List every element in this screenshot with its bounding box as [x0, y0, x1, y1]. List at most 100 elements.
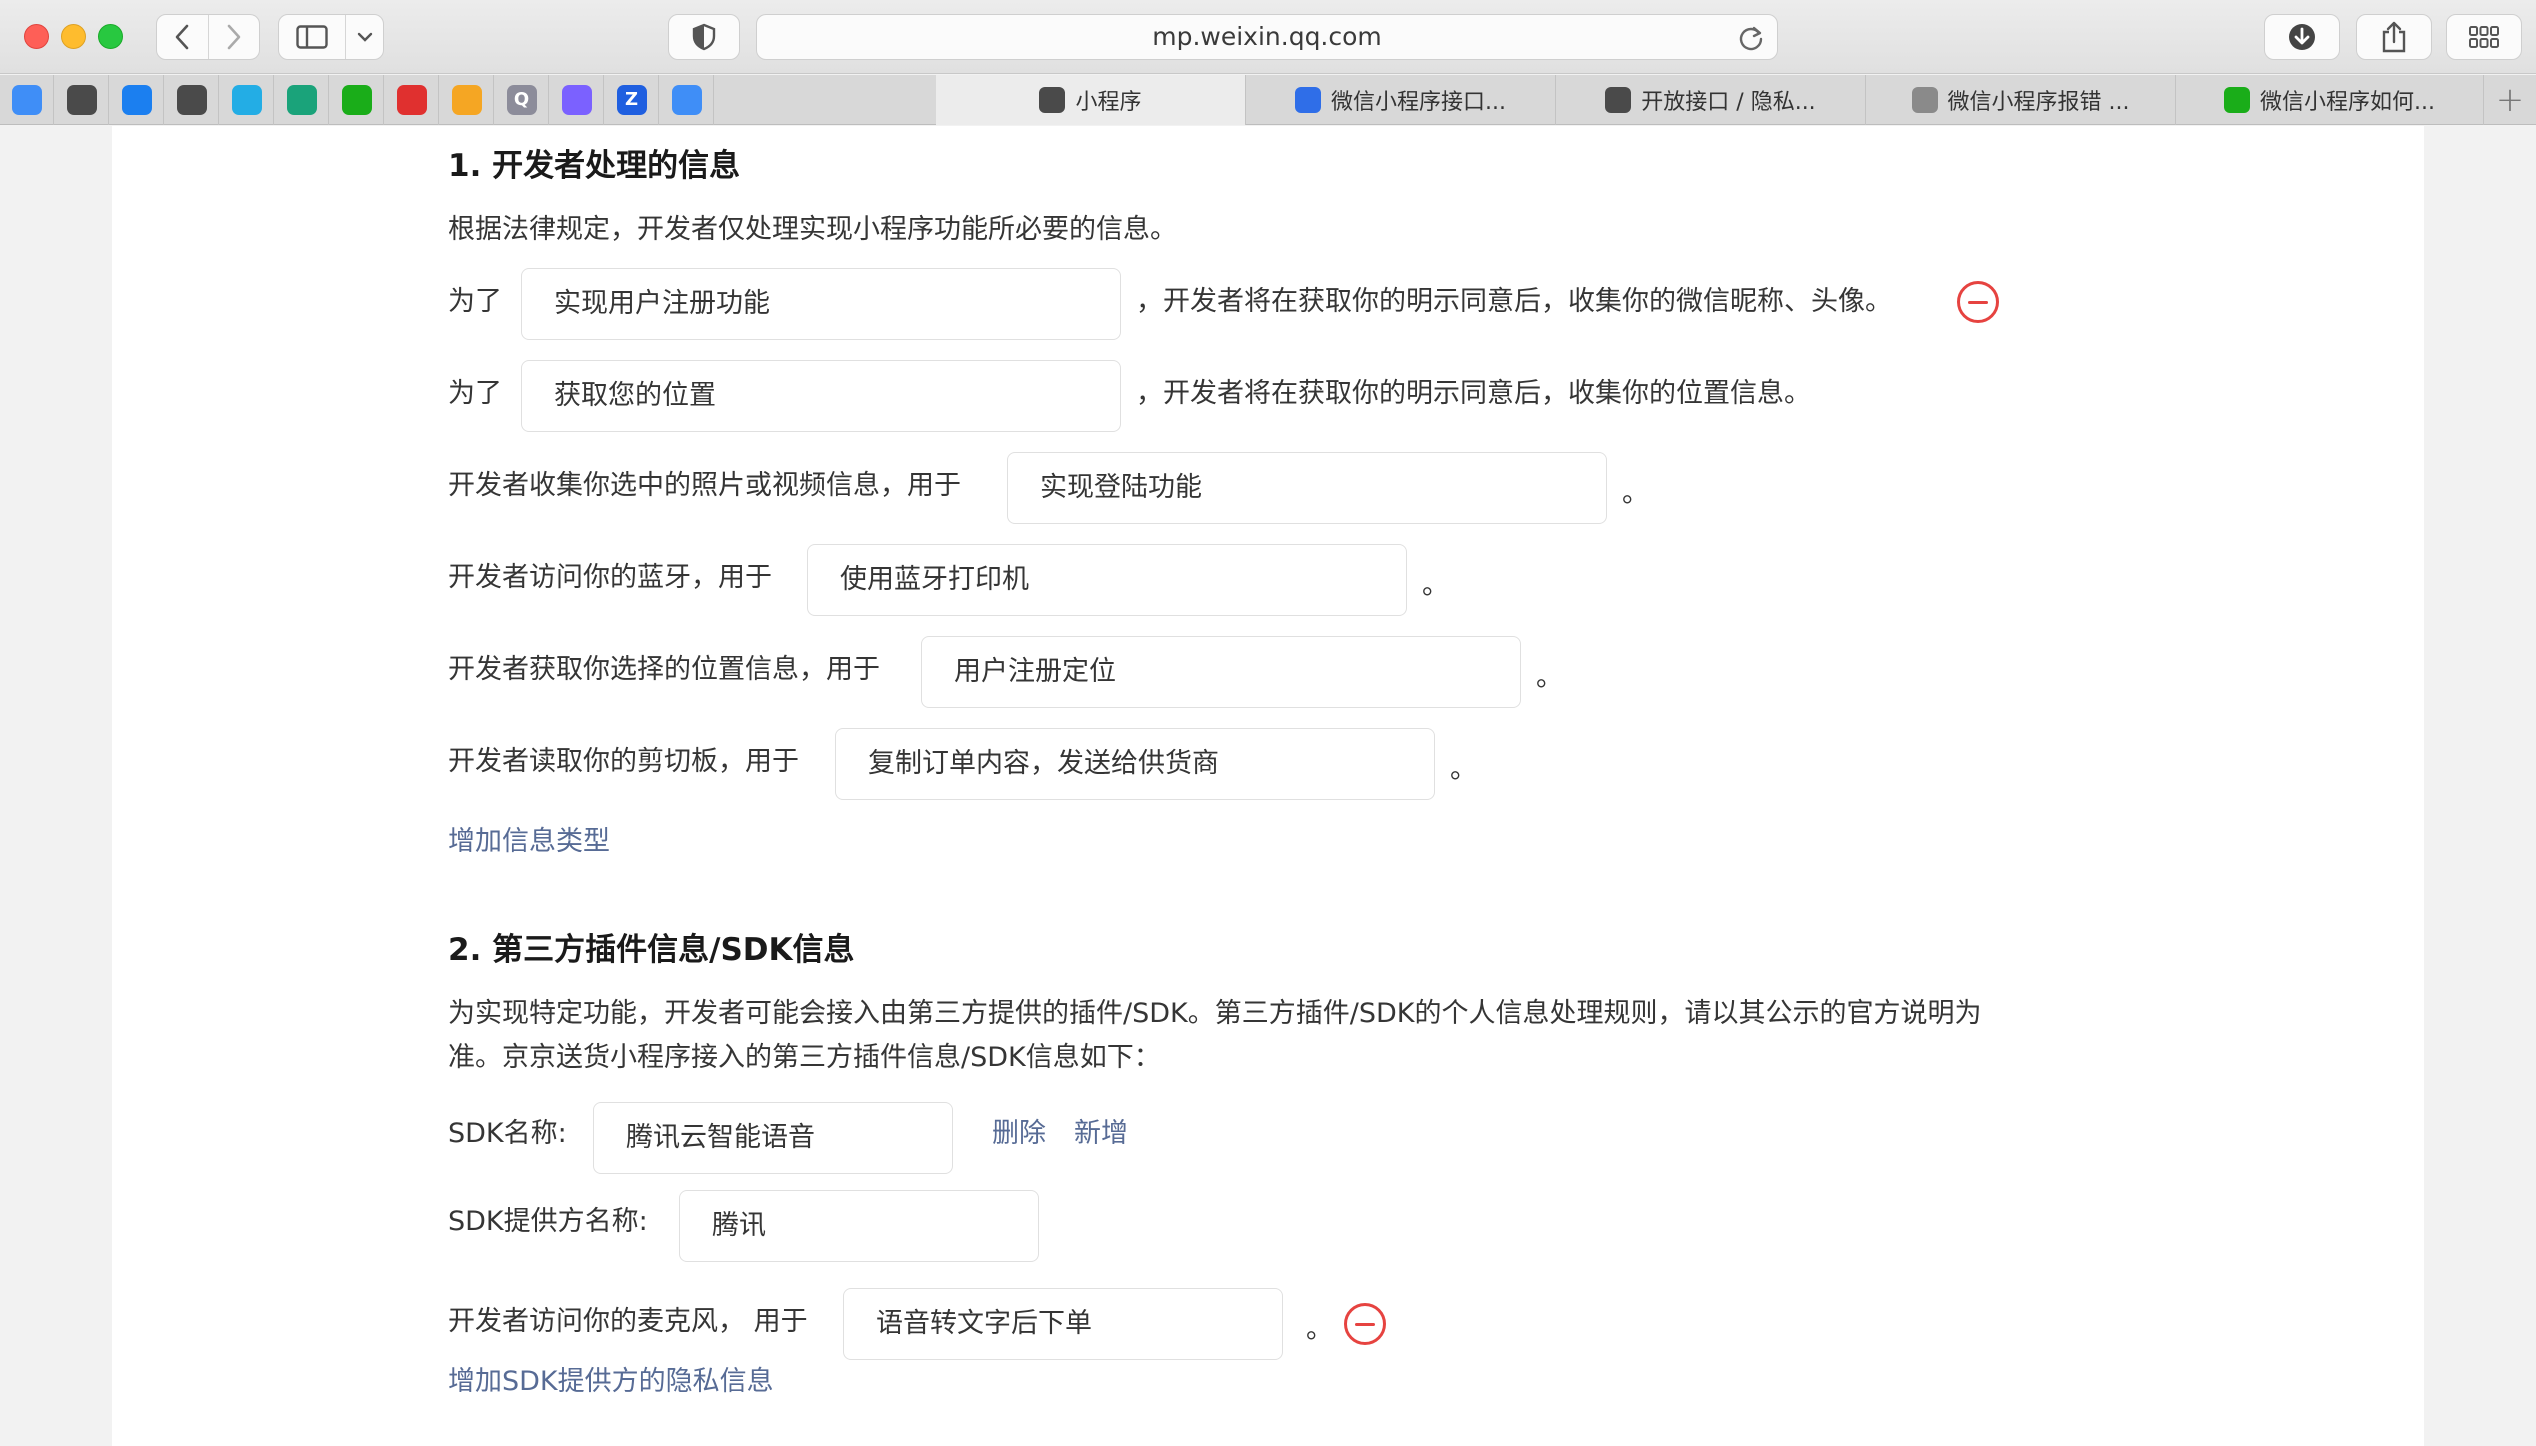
- chevron-right-icon: [227, 24, 241, 50]
- sidebar-toggle-button[interactable]: [279, 15, 345, 59]
- row3-purpose-input[interactable]: 实现登陆功能: [1007, 452, 1607, 524]
- close-window-button[interactable]: [24, 24, 49, 49]
- row6-prefix: 开发者读取你的剪切板，用于: [448, 746, 799, 777]
- music-note-icon: [396, 85, 427, 115]
- row2-prefix: 为了: [448, 378, 502, 409]
- row2-purpose-input[interactable]: 获取您的位置: [521, 360, 1121, 432]
- row4-purpose-input[interactable]: 使用蓝牙打印机: [807, 544, 1407, 616]
- row5-purpose-input[interactable]: 用户注册定位: [921, 636, 1521, 708]
- sdk-name-label: SDK名称:: [448, 1118, 567, 1149]
- privacy-report-button[interactable]: [668, 14, 740, 60]
- bilibili-icon: [231, 85, 262, 115]
- section2-intro-line1: 为实现特定功能，开发者可能会接入由第三方提供的插件/SDK。第三方插件/SDK的…: [448, 998, 1982, 1029]
- favorite-chat-bubble-button[interactable]: [110, 75, 164, 125]
- row4-prefix: 开发者访问你的蓝牙，用于: [448, 562, 772, 593]
- minus-icon: [1968, 300, 1988, 304]
- favorite-cloud-button[interactable]: [660, 75, 714, 125]
- remove-row-button[interactable]: [1957, 281, 1999, 323]
- section1-intro: 根据法律规定，开发者仅处理实现小程序功能所必要的信息。: [448, 214, 1177, 245]
- row1-prefix: 为了: [448, 286, 502, 317]
- z-letter-icon: Z: [616, 85, 647, 115]
- tab-label: 开放接口 / 隐私...: [1641, 90, 1816, 115]
- sdk-provider-input[interactable]: 腾讯: [679, 1190, 1039, 1262]
- navigation-buttons: [156, 14, 260, 60]
- butterfly-icon: [451, 85, 482, 115]
- favorite-butterfly-button[interactable]: [440, 75, 494, 125]
- zoom-window-button[interactable]: [98, 24, 123, 49]
- mic-prefix: 开发者访问你的麦克风， 用于: [448, 1306, 808, 1337]
- favorite-owl-button[interactable]: [275, 75, 329, 125]
- mic-purpose-input[interactable]: 语音转文字后下单: [843, 1288, 1283, 1360]
- favorite-wechat-button[interactable]: [55, 75, 109, 125]
- browser-tab[interactable]: 微信小程序接口...: [1246, 75, 1556, 125]
- wechat-icon: [1605, 87, 1632, 113]
- row3-prefix: 开发者收集你选中的照片或视频信息，用于: [448, 470, 961, 501]
- row5-suffix: 。: [1536, 662, 1563, 693]
- cloud-icon: [671, 85, 702, 115]
- back-button[interactable]: [157, 15, 208, 59]
- row3-suffix: 。: [1622, 478, 1649, 509]
- chevron-down-icon: [357, 32, 372, 42]
- row1-purpose-input[interactable]: 实现用户注册功能: [521, 268, 1121, 340]
- browser-tab[interactable]: 开放接口 / 隐私...: [1556, 75, 1866, 125]
- wechat-icon: [1039, 87, 1066, 113]
- sidebar-menu-button[interactable]: [345, 15, 383, 59]
- wechat-icon: [66, 85, 97, 115]
- browser-toolbar: mp.weixin.qq.com: [0, 0, 2536, 74]
- browser-tab[interactable]: 小程序: [936, 75, 1246, 125]
- browser-tab[interactable]: 微信小程序报错 ...: [1866, 75, 2176, 125]
- tab-label: 微信小程序接口...: [1331, 90, 1506, 115]
- row2-suffix: ，开发者将在获取你的明示同意后，收集你的位置信息。: [1136, 378, 1811, 409]
- favorite-q-letter-button[interactable]: Q: [495, 75, 549, 125]
- favorite-z-letter-button[interactable]: Z: [605, 75, 659, 125]
- section2-title: 2. 第三方插件信息/SDK信息: [448, 932, 855, 968]
- row5-prefix: 开发者获取你选择的位置信息，用于: [448, 654, 880, 685]
- sdk-name-input[interactable]: 腾讯云智能语音: [593, 1102, 953, 1174]
- share-icon: [2382, 21, 2406, 53]
- favorite-photo-button[interactable]: [550, 75, 604, 125]
- sidebar-icon: [296, 25, 328, 49]
- row6-purpose-input[interactable]: 复制订单内容，发送给供货商: [835, 728, 1435, 800]
- chevron-left-icon: [176, 24, 189, 50]
- mic-suffix: 。: [1306, 1314, 1333, 1345]
- new-tab-button[interactable]: +: [2484, 75, 2536, 125]
- tab-bar: Q Z 小程序 微信小程序接口... 开放接口 / 隐私... 微信小程序报错 ... 微…: [0, 75, 2536, 125]
- row6-suffix: 。: [1450, 754, 1477, 785]
- favorite-bilibili-button[interactable]: [220, 75, 274, 125]
- baidu-paw-icon: [1295, 87, 1321, 113]
- c-letter-icon: [1911, 87, 1938, 113]
- downloads-button[interactable]: [2264, 14, 2340, 60]
- favorite-cloud-button[interactable]: [0, 75, 54, 125]
- tab-label: 微信小程序报错 ...: [1947, 90, 2130, 115]
- row4-suffix: 。: [1422, 570, 1449, 601]
- wechat-icon: [176, 85, 207, 115]
- add-sdk-link[interactable]: 新增: [1074, 1114, 1128, 1154]
- reload-icon[interactable]: [1737, 24, 1765, 52]
- url-text: mp.weixin.qq.com: [1152, 22, 1382, 51]
- shield-icon: [692, 23, 716, 51]
- section2-intro-line2: 准。京京送货小程序接入的第三方插件信息/SDK信息如下：: [448, 1042, 1161, 1073]
- address-bar[interactable]: mp.weixin.qq.com: [756, 14, 1778, 60]
- owl-icon: [286, 85, 317, 115]
- chat-bubble-icon: [121, 85, 152, 115]
- minus-icon: [1355, 1322, 1375, 1326]
- sdk-provider-label: SDK提供方名称:: [448, 1206, 648, 1237]
- favorite-green-leaf-button[interactable]: [330, 75, 384, 125]
- add-sdk-privacy-link[interactable]: 增加SDK提供方的隐私信息: [448, 1362, 774, 1402]
- minimize-window-button[interactable]: [61, 24, 86, 49]
- remove-sdk-permission-button[interactable]: [1344, 1303, 1386, 1345]
- section1-title: 1. 开发者处理的信息: [448, 148, 741, 184]
- green-leaf-icon: [341, 85, 372, 115]
- green-circle-icon: [2224, 87, 2250, 113]
- favorite-music-note-button[interactable]: [385, 75, 439, 125]
- sidebar-toggle-group: [278, 14, 384, 60]
- share-button[interactable]: [2356, 14, 2432, 60]
- tab-label: 微信小程序如何...: [2260, 90, 2435, 115]
- add-info-type-link[interactable]: 增加信息类型: [448, 822, 610, 862]
- favorite-wechat-button[interactable]: [165, 75, 219, 125]
- browser-tab[interactable]: 微信小程序如何...: [2176, 75, 2484, 125]
- tab-overview-button[interactable]: [2446, 14, 2522, 60]
- forward-button[interactable]: [207, 15, 259, 59]
- delete-sdk-link[interactable]: 删除: [992, 1114, 1046, 1154]
- cloud-icon: [11, 85, 42, 115]
